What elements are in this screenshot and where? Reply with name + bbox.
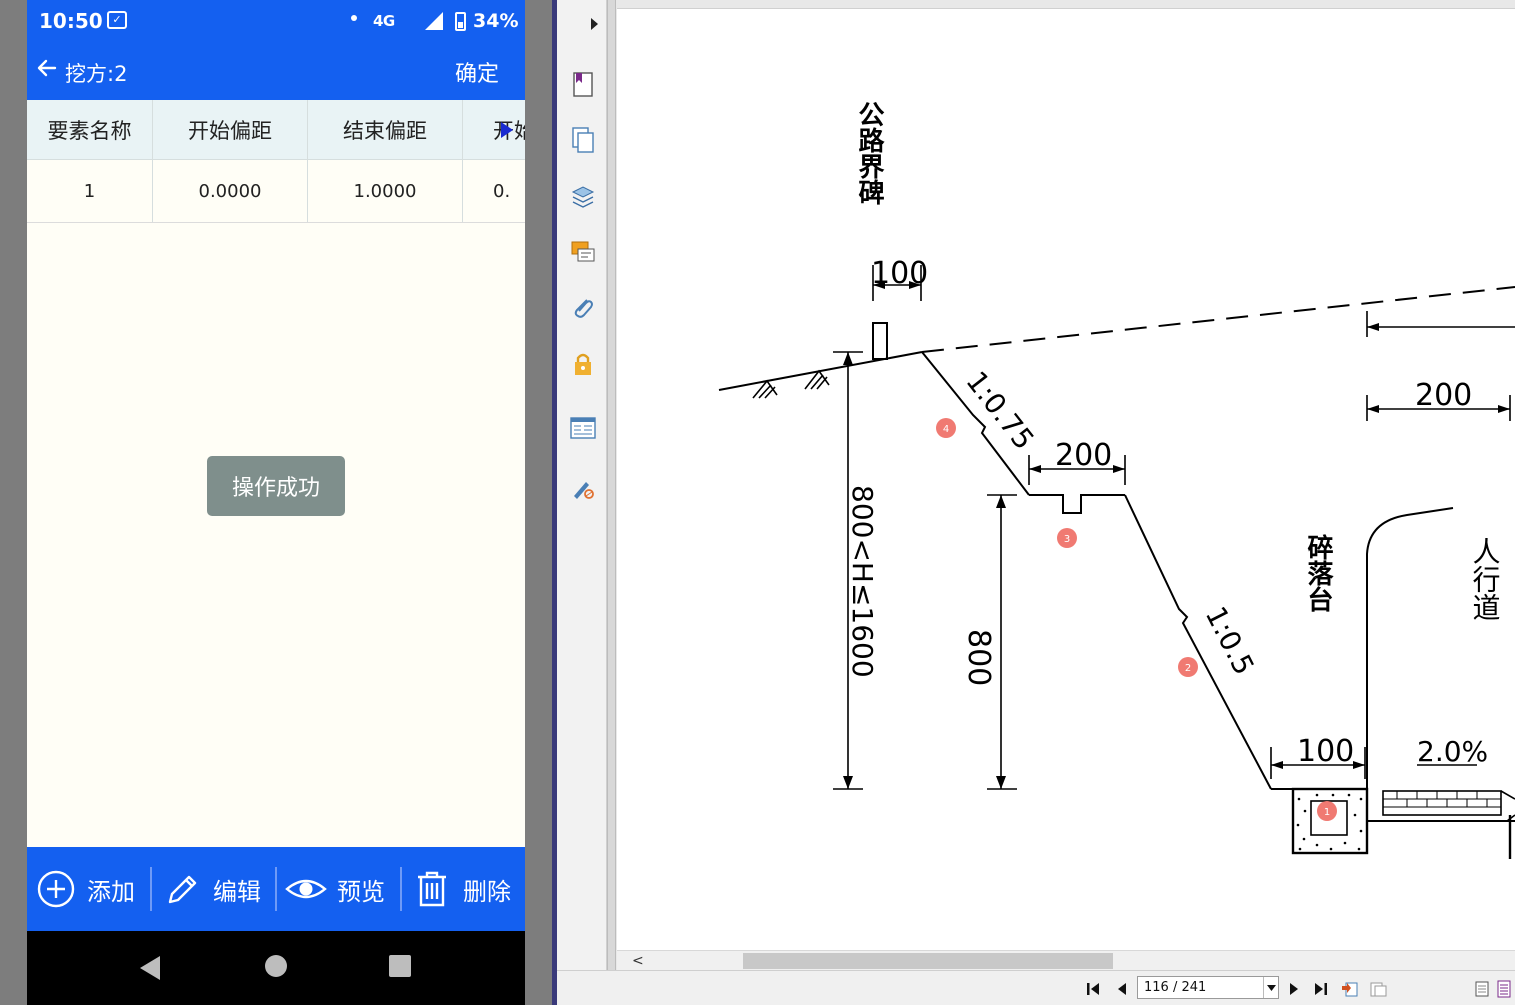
road-cross-section-drawing: 公路界碑 碎落台 人行道 100 200 200 100 2.0% 800 80… (718, 101, 1515, 859)
add-button[interactable]: 添加 (35, 847, 135, 931)
divider (275, 867, 277, 911)
label-sidewalk: 人行道 (1469, 537, 1502, 621)
form-fields-icon[interactable] (570, 414, 596, 442)
bookmark-icon[interactable] (570, 70, 596, 98)
app-bar: 挖方:2 确定 (27, 44, 525, 100)
divider (150, 867, 152, 911)
pencil-icon (161, 868, 203, 910)
delete-label: 删除 (463, 877, 511, 906)
paving-pattern (1383, 791, 1501, 808)
preview-label: 预览 (337, 877, 385, 906)
berm-with-ditch (1029, 494, 1125, 514)
attachment-icon[interactable] (570, 294, 596, 322)
trash-icon (411, 868, 453, 910)
edit-label: 编辑 (213, 877, 261, 906)
drain-box (1291, 787, 1369, 855)
table-row[interactable]: 1 0.0000 1.0000 0. (27, 160, 525, 223)
battery-percent: 34% (473, 10, 519, 32)
dim-text-200-right: 200 (1415, 378, 1472, 413)
label-rockfall-platform: 碎落台 (1303, 534, 1333, 612)
last-page-icon[interactable] (1311, 980, 1329, 998)
marker-3-label: 3 (1064, 534, 1070, 545)
lock-icon[interactable] (570, 350, 596, 378)
view-prev-icon[interactable] (1341, 980, 1359, 998)
confirm-button[interactable]: 确定 (455, 56, 499, 88)
marker-2-label: 2 (1185, 663, 1191, 674)
pdf-page: 公路界碑 碎落台 人行道 100 200 200 100 2.0% 800 80… (617, 8, 1515, 950)
cell-end-offset[interactable]: 1.0000 (308, 160, 463, 222)
panel-splitter[interactable] (607, 0, 616, 970)
nav-recent-icon[interactable] (389, 955, 411, 977)
original-ground-dashed (921, 286, 1515, 353)
notification-check-icon: ✓ (107, 11, 127, 29)
dim-text-100-top: 100 (871, 256, 928, 291)
header-element-name[interactable]: 要素名称 (27, 100, 153, 159)
header-end-offset[interactable]: 结束偏距 (308, 100, 463, 159)
layers-icon[interactable] (570, 182, 596, 210)
boundary-post (872, 322, 888, 360)
scroll-right-arrow-icon[interactable] (501, 122, 513, 138)
marker-1-label: 1 (1324, 807, 1330, 818)
pdf-viewer: 公路界碑 碎落台 人行道 100 200 200 100 2.0% 800 80… (557, 0, 1515, 1005)
bottom-action-bar: 添加 编辑 预览 删除 (27, 847, 525, 931)
add-label: 添加 (87, 877, 135, 906)
dim-text-height-range: 800<H≤1600 (846, 485, 879, 678)
scroll-left-icon[interactable]: < (632, 953, 644, 969)
screen: 10:50 ✓ 4G 34% 挖方:2 确定 要素名称 开始偏距 结束偏距 开始 (0, 0, 1515, 1005)
battery-icon (455, 12, 466, 31)
label-boundary-marker-1: 公路界碑 (854, 101, 884, 205)
delete-button[interactable]: 删除 (411, 847, 511, 931)
back-arrow-icon[interactable] (35, 56, 61, 84)
comments-icon[interactable] (570, 238, 596, 266)
page-dropdown-icon[interactable] (1263, 977, 1278, 998)
element-table: 要素名称 开始偏距 结束偏距 开始 1 0.0000 1.0000 0. (27, 100, 525, 223)
header-start-offset[interactable]: 开始偏距 (153, 100, 308, 159)
signal-icon (425, 12, 443, 30)
page-title: 挖方:2 (65, 62, 128, 86)
status-bar: 10:50 ✓ 4G 34% (27, 0, 525, 44)
preview-button[interactable]: 预览 (285, 847, 385, 931)
slope-text-upper: 1:0.75 (959, 365, 1040, 456)
dim-text-200-ditch: 200 (1055, 438, 1112, 473)
dim-text-100-bottom: 100 (1297, 734, 1354, 769)
view-next-icon[interactable] (1369, 980, 1387, 998)
sidewalk-paving (1382, 790, 1502, 816)
expand-panel-icon[interactable] (591, 18, 598, 30)
header-start-partial[interactable]: 开始 (463, 100, 525, 159)
nav-home-icon[interactable] (265, 955, 287, 977)
eye-icon (285, 868, 327, 910)
prev-page-icon[interactable] (1113, 980, 1131, 998)
dim-text-800: 800 (961, 629, 996, 686)
network-type: 4G (373, 12, 395, 30)
signature-icon[interactable] (570, 474, 596, 502)
pdf-sidebar (557, 0, 607, 970)
horizontal-scrollbar[interactable]: < (617, 950, 1515, 970)
scrollbar-thumb[interactable] (743, 953, 1113, 969)
cell-start-partial[interactable]: 0. (463, 160, 525, 222)
table-header-row: 要素名称 开始偏距 结束偏距 开始 (27, 100, 525, 160)
phone-screen: 10:50 ✓ 4G 34% 挖方:2 确定 要素名称 开始偏距 结束偏距 开始 (27, 0, 525, 1005)
page-number-input[interactable]: 116 / 241 (1137, 976, 1279, 999)
cell-start-offset[interactable]: 0.0000 (153, 160, 308, 222)
first-page-icon[interactable] (1085, 980, 1103, 998)
continuous-page-icon[interactable] (1495, 980, 1513, 998)
toast-message: 操作成功 (207, 456, 345, 516)
status-time: 10:50 (39, 9, 103, 33)
cell-element-name[interactable]: 1 (27, 160, 153, 222)
nav-back-icon[interactable] (140, 956, 160, 980)
plus-circle-icon (35, 868, 77, 910)
single-page-icon[interactable] (1473, 980, 1491, 998)
pdf-status-bar: 116 / 241 (557, 970, 1515, 1005)
pages-icon[interactable] (570, 126, 596, 154)
markers: 1 2 3 4 (936, 418, 1337, 821)
marker-4-label: 4 (943, 424, 949, 435)
notification-dot-icon (351, 15, 357, 21)
android-nav-bar (27, 931, 525, 1005)
next-page-icon[interactable] (1285, 980, 1303, 998)
edit-button[interactable]: 编辑 (161, 847, 261, 931)
divider (400, 867, 402, 911)
grade-text: 2.0% (1417, 735, 1488, 768)
ground-hatch (752, 369, 830, 399)
